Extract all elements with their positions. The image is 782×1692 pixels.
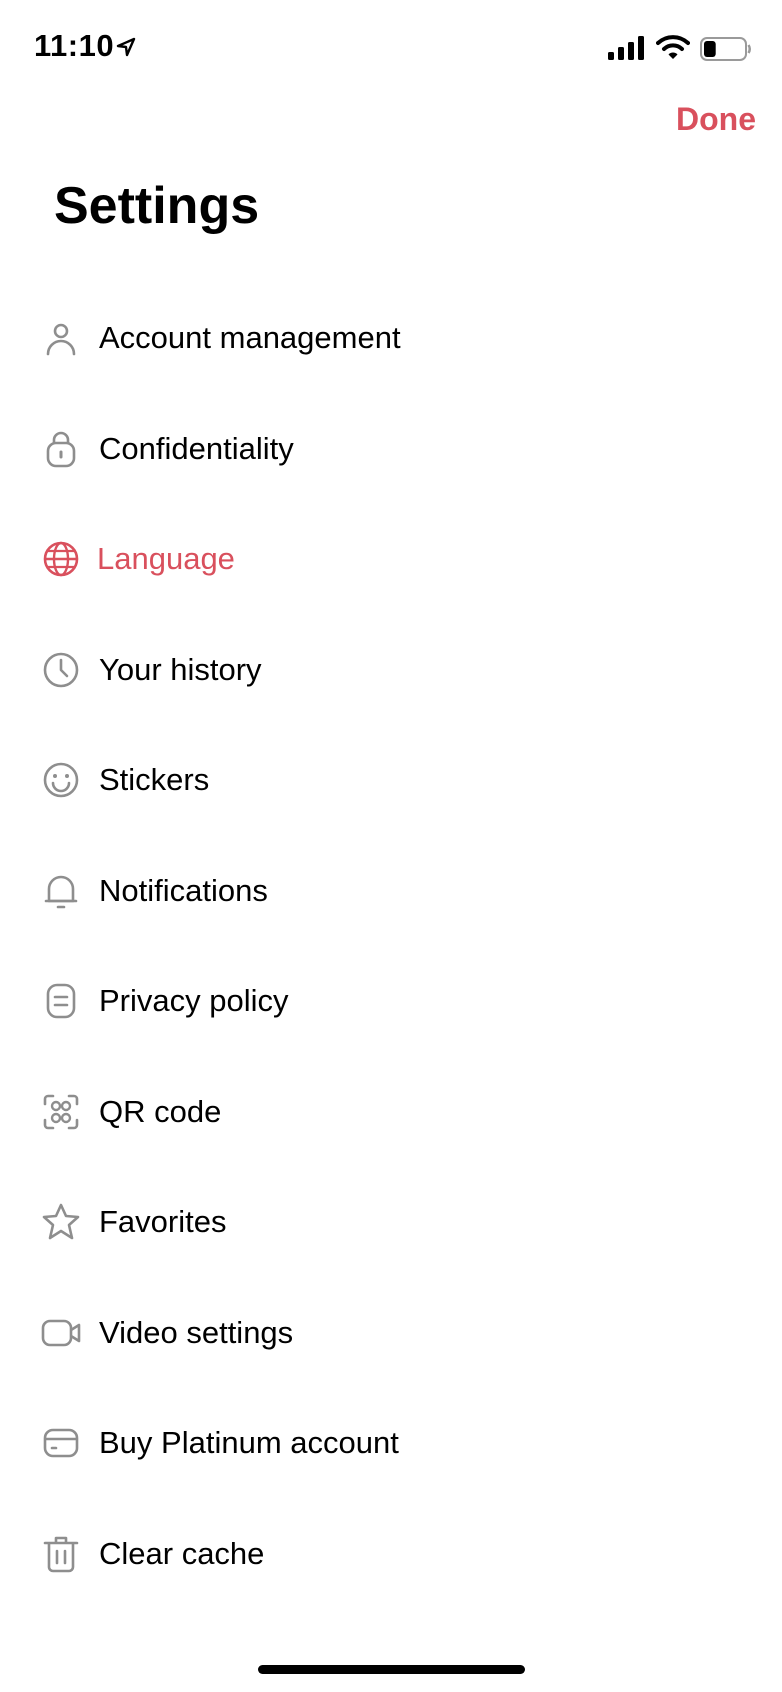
menu-item-label: Stickers	[99, 762, 210, 797]
menu-item-label: Clear cache	[99, 1535, 265, 1571]
menu-item-qr-code[interactable]: QR code	[0, 1058, 782, 1169]
menu-item-privacy-policy[interactable]: Privacy policy	[0, 947, 782, 1058]
menu-item-language[interactable]: Language	[0, 505, 782, 616]
battery-icon	[700, 37, 751, 61]
page-title: Settings	[54, 177, 260, 235]
home-indicator[interactable]	[258, 1665, 525, 1674]
menu-item-video-settings[interactable]: Video settings	[0, 1279, 782, 1390]
qr-scan-icon	[43, 1094, 79, 1129]
menu-item-label: Favorites	[99, 1204, 227, 1239]
card-icon	[43, 1428, 79, 1458]
globe-icon	[43, 541, 79, 577]
star-icon	[42, 1203, 80, 1240]
status-bar: 11:10	[0, 0, 782, 100]
menu-item-label: Notifications	[99, 872, 268, 908]
wifi-icon	[656, 35, 690, 59]
lock-icon	[46, 431, 76, 467]
menu-item-buy-platinum-account[interactable]: Buy Platinum account	[0, 1389, 782, 1500]
bell-icon	[44, 875, 78, 908]
location-arrow-icon	[116, 37, 136, 57]
menu-item-confidentiality[interactable]: Confidentiality	[0, 395, 782, 506]
menu-item-label: Privacy policy	[99, 983, 289, 1018]
menu-item-favorites[interactable]: Favorites	[0, 1168, 782, 1279]
menu-item-notifications[interactable]: Notifications	[0, 837, 782, 948]
menu-item-label: Language	[97, 541, 235, 576]
smiley-icon	[43, 762, 79, 798]
video-camera-icon	[41, 1319, 81, 1346]
menu-item-label: Video settings	[99, 1314, 294, 1350]
status-time: 11:10	[34, 28, 115, 63]
settings-menu: Account management Confidentiality Langu…	[0, 284, 782, 1610]
trash-icon	[43, 1536, 79, 1572]
menu-item-your-history[interactable]: Your history	[0, 616, 782, 727]
menu-item-label: Account management	[99, 320, 401, 355]
menu-item-label: Confidentiality	[99, 430, 294, 466]
menu-item-stickers[interactable]: Stickers	[0, 726, 782, 837]
person-icon	[46, 323, 76, 356]
clock-icon	[43, 652, 79, 687]
menu-item-label: Your history	[99, 651, 262, 687]
done-button[interactable]: Done	[676, 101, 756, 138]
menu-item-clear-cache[interactable]: Clear cache	[0, 1500, 782, 1611]
cellular-signal-icon	[608, 36, 644, 60]
menu-item-account-management[interactable]: Account management	[0, 284, 782, 395]
menu-item-label: QR code	[99, 1093, 222, 1129]
menu-item-label: Buy Platinum account	[99, 1425, 399, 1460]
document-icon	[46, 983, 76, 1019]
